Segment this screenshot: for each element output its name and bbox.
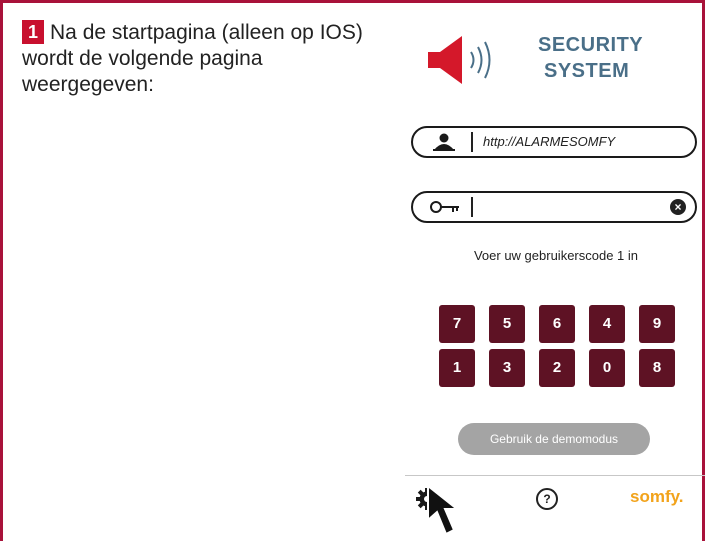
keypad-key[interactable]: 7 <box>439 305 475 343</box>
keypad-key[interactable]: 4 <box>589 305 625 343</box>
url-field-value: http://ALARMESOMFY <box>483 134 616 149</box>
pointer-cursor-icon <box>427 483 460 536</box>
speaker-icon <box>428 36 491 84</box>
url-field[interactable]: http://ALARMESOMFY <box>411 126 697 158</box>
security-system-logo: SECURITY SYSTEM <box>426 30 666 90</box>
user-icon <box>433 133 455 151</box>
logo-text: SECURITY SYSTEM <box>538 32 643 84</box>
demo-mode-button[interactable]: Gebruik de demomodus <box>458 423 650 455</box>
keypad-key[interactable]: 3 <box>489 349 525 387</box>
frame-top <box>0 0 705 3</box>
frame-left <box>0 0 3 541</box>
keypad-key[interactable]: 2 <box>539 349 575 387</box>
keypad-key[interactable]: 5 <box>489 305 525 343</box>
keypad-key[interactable]: 6 <box>539 305 575 343</box>
step-number-badge: 1 <box>22 20 45 44</box>
user-code-prompt: Voer uw gebruikerscode 1 in <box>473 248 639 263</box>
keypad-key[interactable]: 8 <box>639 349 675 387</box>
key-icon <box>430 201 459 213</box>
instruction-step: 1 Na de startpagina (alleen op IOS) wordt… <box>22 20 382 98</box>
keypad-key[interactable]: 9 <box>639 305 675 343</box>
step-text: Na de startpagina (alleen op IOS) wordt … <box>22 21 363 96</box>
code-field[interactable]: × <box>411 191 697 223</box>
logo-line-2: SYSTEM <box>544 60 630 82</box>
keypad-key[interactable]: 1 <box>439 349 475 387</box>
help-icon[interactable]: ? <box>536 488 558 510</box>
clear-icon[interactable]: × <box>670 199 686 215</box>
logo-line-1: SECURITY <box>538 34 644 56</box>
keypad-key[interactable]: 0 <box>589 349 625 387</box>
url-field-separator <box>471 132 473 152</box>
code-field-cursor <box>471 197 473 217</box>
footer-divider <box>405 475 705 476</box>
somfy-logo: somfy. <box>630 487 684 506</box>
